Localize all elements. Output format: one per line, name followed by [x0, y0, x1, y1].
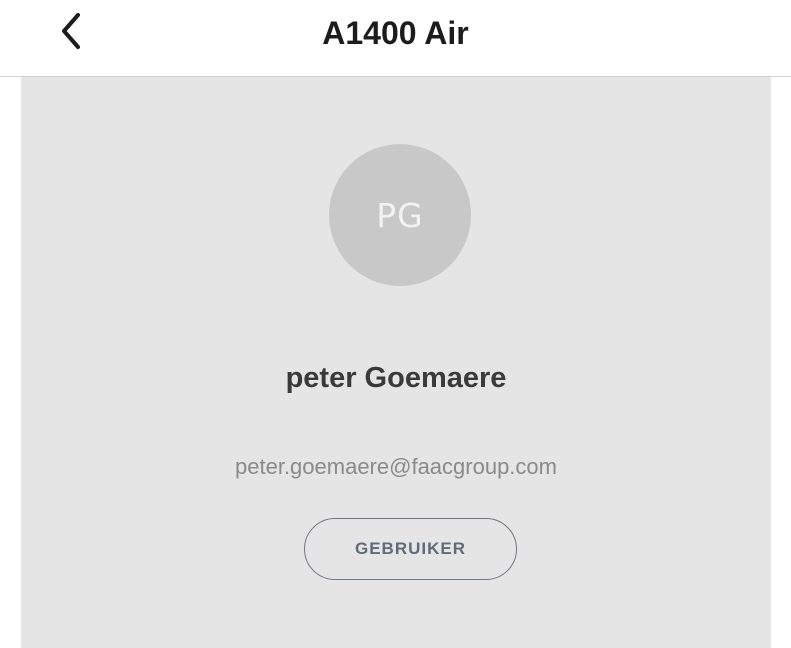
top-bar: A1400 Air	[0, 0, 791, 77]
avatar-initials: PG	[376, 195, 424, 235]
user-name: peter Goemaere	[285, 362, 507, 394]
profile-card: PG peter Goemaere peter.goemaere@faacgro…	[21, 77, 771, 648]
avatar: PG	[329, 144, 471, 286]
page-title: A1400 Air	[322, 15, 469, 51]
app-window: A1400 Air PG peter Goemaere peter.goemae…	[0, 0, 791, 648]
role-badge[interactable]: GEBRUIKER	[304, 518, 517, 580]
user-email: peter.goemaere@faacgroup.com	[235, 454, 557, 479]
